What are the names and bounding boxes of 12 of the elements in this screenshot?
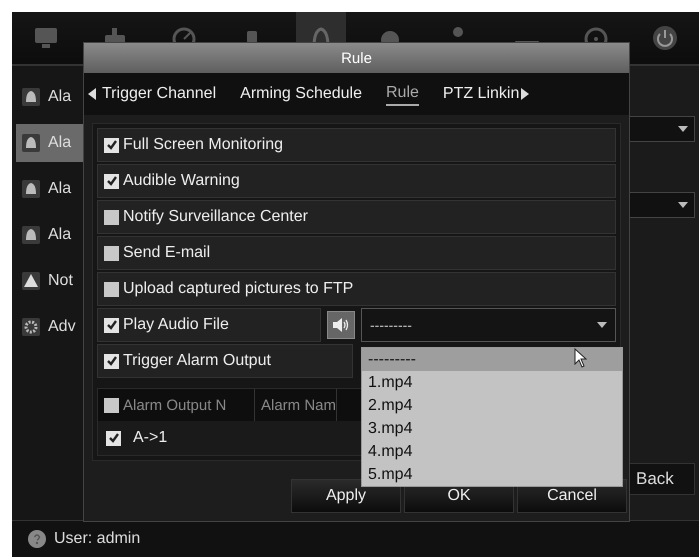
user-label: User: admin (54, 530, 140, 548)
table-cell: A->1 (133, 429, 168, 447)
option-label: Play Audio File (123, 316, 229, 334)
column-header: Alarm Nam (255, 389, 338, 421)
column-title: Alarm Output N (123, 396, 226, 414)
option-label: Send E-mail (123, 244, 210, 262)
option-label: Full Screen Monitoring (123, 136, 284, 154)
option-label: Upload captured pictures to FTP (123, 280, 354, 298)
option-label: Notify Surveillance Center (123, 208, 308, 226)
option-label: Audible Warning (123, 172, 240, 190)
option-label: Trigger Alarm Output (123, 352, 271, 370)
dialog-title: Rule (84, 43, 629, 73)
